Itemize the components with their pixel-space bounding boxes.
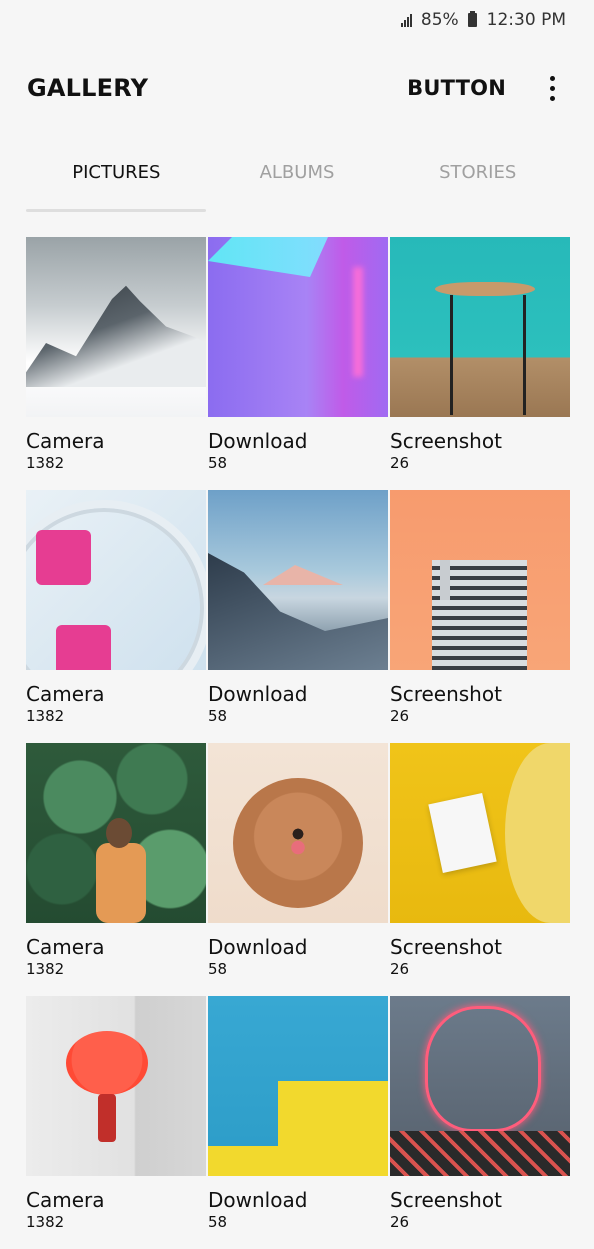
more-vert-icon[interactable] [540, 68, 564, 108]
tab-pictures[interactable]: PICTURES [26, 142, 207, 214]
album-thumbnail[interactable] [26, 996, 206, 1176]
album-count: 58 [208, 960, 228, 978]
album-item[interactable]: Camera 1382 [26, 490, 206, 743]
album-thumbnail[interactable] [208, 996, 388, 1176]
album-item[interactable]: Camera 1382 [26, 237, 206, 490]
status-bar: 85% 12:30 PM [0, 0, 594, 40]
album-name: Screenshot [390, 429, 502, 453]
battery-percent: 85% [420, 10, 459, 30]
app-header: GALLERY BUTTON [0, 60, 594, 116]
album-count: 26 [390, 707, 410, 725]
tab-stories[interactable]: STORIES [387, 142, 568, 214]
album-count: 26 [390, 1213, 410, 1231]
album-thumbnail[interactable] [26, 743, 206, 923]
album-grid: Camera 1382 Download 58 Screenshot 26 Ca… [26, 237, 570, 1249]
album-name: Download [208, 682, 308, 706]
album-count: 58 [208, 454, 228, 472]
album-thumbnail[interactable] [208, 490, 388, 670]
album-thumbnail[interactable] [26, 490, 206, 670]
album-thumbnail[interactable] [208, 237, 388, 417]
album-name: Download [208, 429, 308, 453]
album-name: Screenshot [390, 935, 502, 959]
album-thumbnail[interactable] [390, 237, 570, 417]
album-name: Camera [26, 429, 105, 453]
header-button[interactable]: BUTTON [407, 76, 506, 100]
album-item[interactable]: Screenshot 26 [390, 237, 570, 490]
album-item[interactable]: Screenshot 26 [390, 996, 570, 1249]
album-item[interactable]: Download 58 [208, 237, 388, 490]
tab-albums[interactable]: ALBUMS [207, 142, 388, 214]
app-title: GALLERY [27, 74, 149, 102]
album-name: Camera [26, 682, 105, 706]
album-name: Download [208, 935, 308, 959]
album-item[interactable]: Camera 1382 [26, 743, 206, 996]
tab-bar: PICTURES ALBUMS STORIES [26, 142, 568, 214]
album-item[interactable]: Download 58 [208, 490, 388, 743]
album-name: Camera [26, 935, 105, 959]
album-item[interactable]: Download 58 [208, 743, 388, 996]
album-thumbnail[interactable] [208, 743, 388, 923]
album-count: 1382 [26, 707, 65, 725]
album-count: 26 [390, 454, 410, 472]
album-thumbnail[interactable] [390, 743, 570, 923]
album-thumbnail[interactable] [390, 490, 570, 670]
battery-icon [467, 11, 477, 27]
album-count: 1382 [26, 1213, 65, 1231]
album-name: Screenshot [390, 1188, 502, 1212]
album-name: Download [208, 1188, 308, 1212]
signal-icon [400, 13, 412, 27]
album-count: 58 [208, 707, 228, 725]
album-item[interactable]: Camera 1382 [26, 996, 206, 1249]
album-count: 1382 [26, 454, 65, 472]
album-item[interactable]: Download 58 [208, 996, 388, 1249]
album-thumbnail[interactable] [26, 237, 206, 417]
album-thumbnail[interactable] [390, 996, 570, 1176]
album-count: 26 [390, 960, 410, 978]
album-count: 58 [208, 1213, 228, 1231]
album-count: 1382 [26, 960, 65, 978]
album-name: Camera [26, 1188, 105, 1212]
clock: 12:30 PM [486, 10, 566, 30]
album-name: Screenshot [390, 682, 502, 706]
album-item[interactable]: Screenshot 26 [390, 743, 570, 996]
album-item[interactable]: Screenshot 26 [390, 490, 570, 743]
